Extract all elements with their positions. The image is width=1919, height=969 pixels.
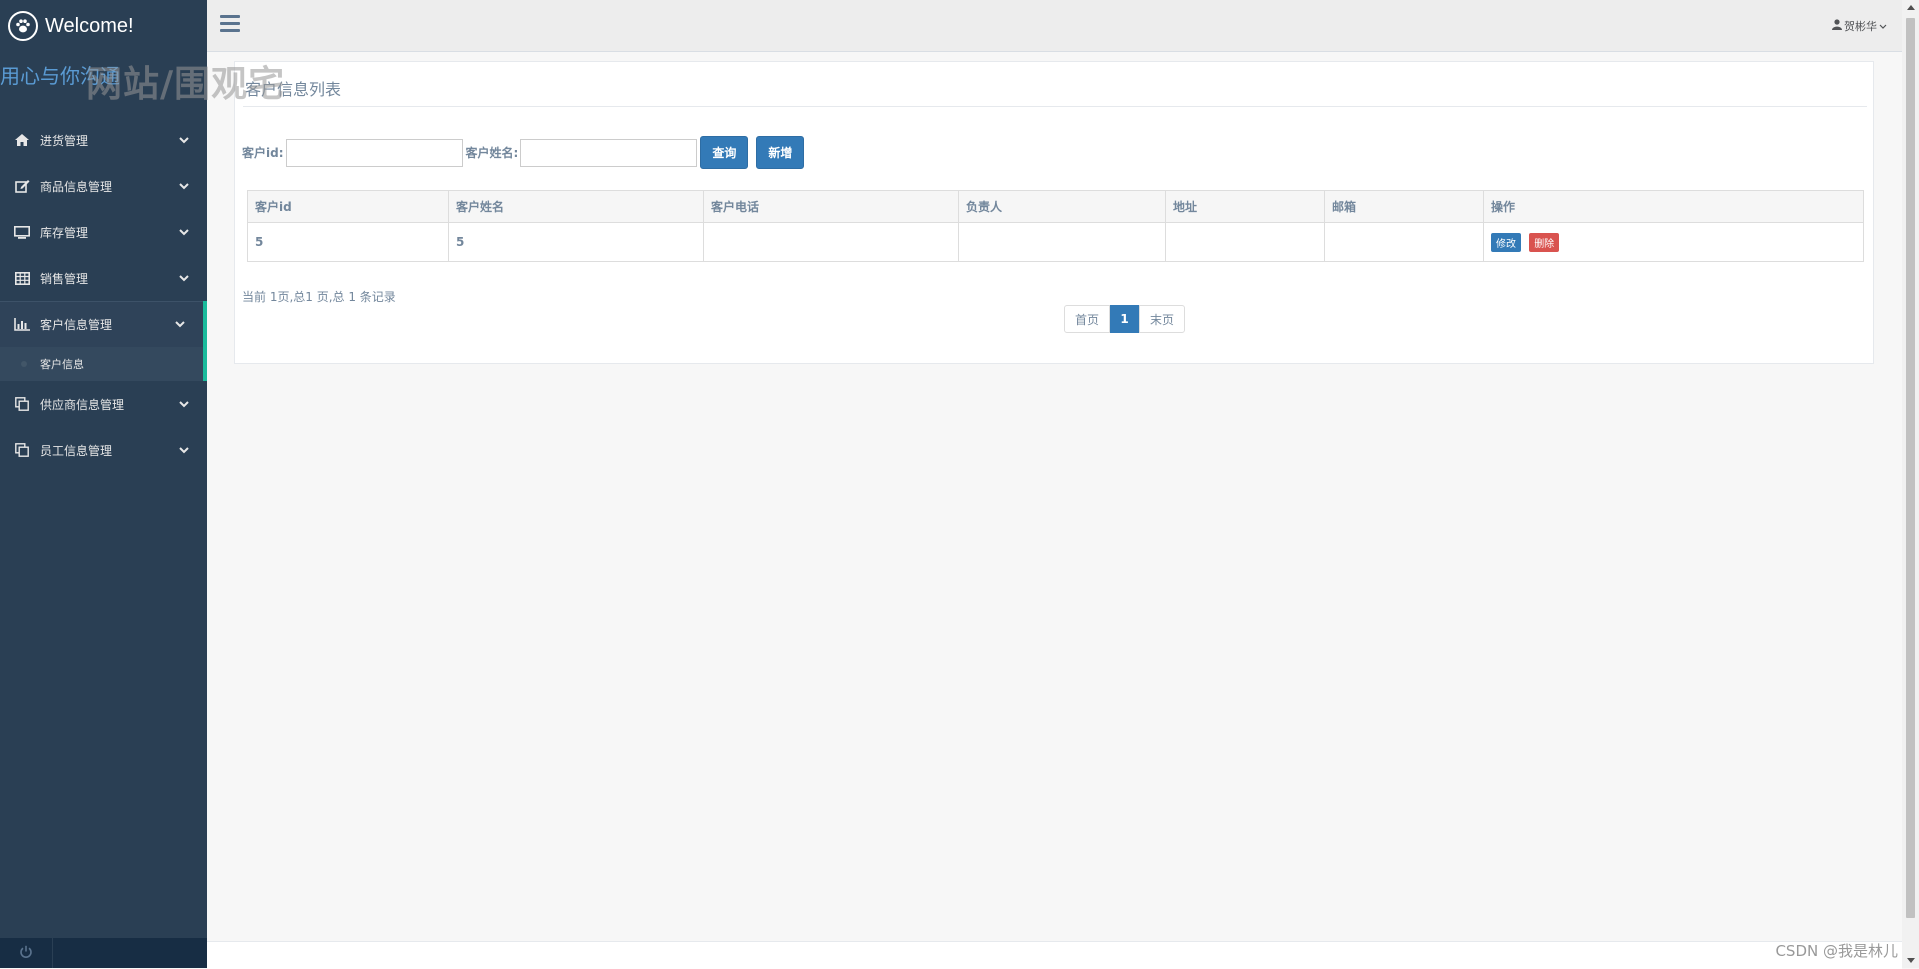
sidebar-item-label: 员工信息管理 (40, 443, 113, 458)
current-page-button[interactable]: 1 (1110, 305, 1139, 333)
cell-email (1324, 222, 1484, 262)
sidebar-item-supplier[interactable]: 供应商信息管理 (0, 381, 207, 427)
title-divider (243, 106, 1867, 107)
sidebar-item-purchase[interactable]: 进货管理 (0, 117, 207, 163)
scroll-up-arrow-icon[interactable] (1907, 5, 1915, 10)
home-icon (13, 134, 31, 146)
user-name: 贺彬华 (1844, 20, 1877, 33)
bullet-dot-icon (21, 361, 27, 367)
pagination: 首页 1 末页 (1064, 305, 1185, 333)
power-icon (19, 944, 33, 963)
sidebar-item-goods[interactable]: 商品信息管理 (0, 163, 207, 209)
customer-name-label: 客户姓名: (465, 146, 519, 160)
sidebar-item-label: 客户信息管理 (40, 317, 113, 332)
sidebar-menu: 进货管理 商品信息管理 库存管理 销售管理 客户信息管理 客户信息 供应商信息管… (0, 117, 207, 473)
clone-icon (13, 397, 31, 411)
sidebar-item-label: 供应商信息管理 (40, 397, 125, 412)
edit-button[interactable]: 修改 (1491, 232, 1521, 252)
sidebar: Welcome! 进货管理 商品信息管理 库存管理 销售管理 客户信息管理 客户… (0, 0, 207, 968)
chevron-down-icon (179, 443, 189, 457)
paw-icon (8, 11, 38, 41)
table-icon (13, 271, 31, 285)
sidebar-item-sales[interactable]: 销售管理 (0, 255, 207, 301)
sidebar-subitem-label: 客户信息 (40, 358, 84, 371)
column-header[interactable]: 邮箱 (1324, 190, 1484, 223)
chevron-down-icon (179, 397, 189, 411)
query-button[interactable]: 查询 (700, 136, 749, 169)
user-menu[interactable]: 贺彬华 (1832, 18, 1887, 34)
clone-icon (13, 443, 31, 457)
user-icon (1832, 19, 1842, 33)
csdn-watermark: CSDN @我是林儿 (1775, 942, 1898, 960)
chevron-down-icon (1879, 20, 1887, 33)
hamburger-icon (220, 15, 240, 18)
column-header[interactable]: 地址 (1165, 190, 1325, 223)
top-nav: 贺彬华 (207, 0, 1919, 52)
chevron-down-icon (179, 133, 189, 147)
sidebar-item-inventory[interactable]: 库存管理 (0, 209, 207, 255)
cell-actions: 修改 删除 (1483, 222, 1864, 262)
sidebar-item-label: 库存管理 (40, 225, 89, 240)
customer-list-panel: 客户信息列表 客户id: 客户姓名: 查询 新增 客户id 客户姓名 客户电话 … (234, 61, 1874, 364)
sidebar-subitem-customer-info[interactable]: 客户信息 (0, 347, 207, 381)
brand-title: Welcome! (45, 14, 134, 37)
customer-id-label: 客户id: (242, 146, 284, 160)
cell-customer-id: 5 (247, 222, 449, 262)
cell-customer-phone (703, 222, 959, 262)
sidebar-item-customer[interactable]: 客户信息管理 (0, 301, 207, 347)
sidebar-item-employee[interactable]: 员工信息管理 (0, 427, 207, 473)
customer-name-input[interactable] (520, 138, 698, 167)
column-header[interactable]: 负责人 (958, 190, 1166, 223)
bar-chart-icon (13, 317, 31, 331)
delete-button[interactable]: 删除 (1529, 232, 1560, 252)
logout-button[interactable] (0, 938, 53, 968)
customer-id-input[interactable] (285, 138, 463, 167)
brand[interactable]: Welcome! (0, 0, 207, 52)
cell-customer-name: 5 (448, 222, 704, 262)
add-button[interactable]: 新增 (756, 136, 805, 169)
last-page-button[interactable]: 末页 (1139, 305, 1185, 333)
column-header[interactable]: 客户id (247, 190, 449, 223)
vertical-scrollbar[interactable] (1902, 0, 1919, 968)
edit-icon (13, 179, 31, 193)
search-form: 客户id: 客户姓名: 查询 新增 (242, 136, 805, 169)
sidebar-item-label: 销售管理 (40, 271, 89, 286)
scroll-down-arrow-icon[interactable] (1907, 958, 1915, 963)
sidebar-item-label: 进货管理 (40, 133, 89, 148)
column-header[interactable]: 客户电话 (703, 190, 959, 223)
menu-toggle-button[interactable] (220, 15, 240, 35)
scrollbar-thumb[interactable] (1906, 18, 1915, 918)
customer-table: 客户id 客户姓名 客户电话 负责人 地址 邮箱 操作 5 5 修改 删除 (247, 190, 1864, 262)
hamburger-bar (220, 22, 240, 25)
first-page-button[interactable]: 首页 (1064, 305, 1110, 333)
watermark-text: 网站/围观宅 (86, 64, 286, 105)
chevron-down-icon (179, 271, 189, 285)
chevron-down-icon (179, 179, 189, 193)
sidebar-footer (0, 938, 207, 968)
cell-manager (958, 222, 1166, 262)
chevron-down-icon (179, 225, 189, 239)
chevron-down-icon (175, 317, 185, 331)
desktop-icon (13, 225, 31, 239)
column-header: 操作 (1483, 190, 1864, 223)
cell-address (1165, 222, 1325, 262)
page-footer (207, 941, 1902, 969)
table-header-row: 客户id 客户姓名 客户电话 负责人 地址 邮箱 操作 (247, 190, 1864, 223)
pager-info: 当前 1页,总1 页,总 1 条记录 (242, 290, 396, 304)
column-header[interactable]: 客户姓名 (448, 190, 704, 223)
table-row: 5 5 修改 删除 (247, 222, 1864, 262)
hamburger-bar (220, 29, 240, 32)
sidebar-item-label: 商品信息管理 (40, 179, 113, 194)
sidebar-subtitle-area: 用心与你沟通 网站/围观宅 (0, 55, 320, 105)
